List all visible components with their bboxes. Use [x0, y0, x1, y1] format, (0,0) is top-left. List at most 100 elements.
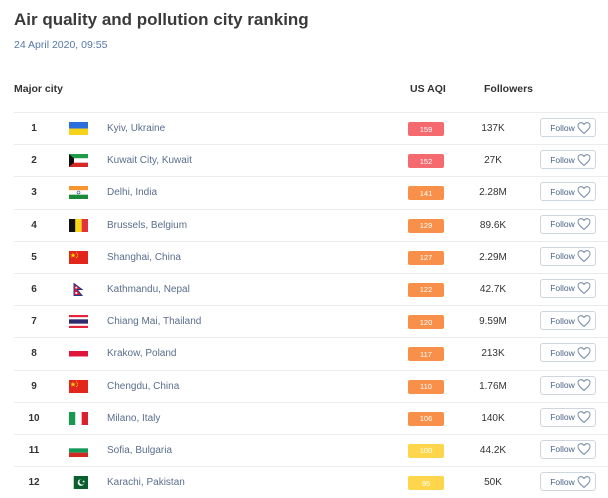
- follow-button[interactable]: Follow: [540, 182, 596, 202]
- followers-count: 140K: [481, 412, 505, 424]
- table-row: 11 Sofia, Bulgaria 100 44.2K Follow: [14, 433, 608, 466]
- column-header-city: Major city: [14, 83, 64, 95]
- column-header-followers: Followers: [484, 83, 534, 95]
- heart-icon: [577, 346, 591, 359]
- follow-button-label: Follow: [550, 122, 575, 133]
- city-name[interactable]: Karachi, Pakistan: [107, 467, 185, 498]
- aqi-badge: 122: [408, 282, 444, 297]
- followers-count: 9.59M: [479, 316, 507, 328]
- pakistan-flag-icon: [69, 476, 88, 490]
- heart-icon: [577, 475, 591, 488]
- follow-button[interactable]: Follow: [540, 311, 596, 331]
- column-header-aqi: US AQI: [410, 83, 446, 95]
- heart-icon: [577, 443, 591, 456]
- rank-number: 10: [28, 412, 40, 424]
- aqi-badge: 159: [408, 122, 444, 136]
- table-row: 3 Delhi, India 141 2.28M Follow: [14, 176, 608, 208]
- follow-button-label: Follow: [550, 315, 575, 326]
- table-row: 4 Brussels, Belgium 129 89.6K Follow: [14, 208, 608, 241]
- follow-button[interactable]: Follow: [540, 214, 596, 234]
- rank-number: 3: [31, 187, 37, 199]
- table-row: 6 Kathmandu, Nepal 122 42.7K Follow: [14, 272, 608, 305]
- table-row: 12 Karachi, Pakistan 95 50K Follow: [14, 466, 608, 498]
- follow-button-label: Follow: [550, 412, 575, 423]
- rank-number: 6: [31, 284, 37, 296]
- city-name[interactable]: Shanghai, China: [107, 242, 181, 273]
- italy-flag-icon: [69, 411, 88, 425]
- follow-button[interactable]: Follow: [540, 407, 596, 427]
- city-name[interactable]: Kathmandu, Nepal: [107, 274, 190, 305]
- followers-count: 213K: [481, 348, 505, 360]
- table-row: 8 Krakow, Poland 117 213K Follow: [14, 337, 608, 369]
- kuwait-flag-icon: [69, 154, 88, 168]
- city-name[interactable]: Sofia, Bulgaria: [107, 435, 172, 466]
- china-flag-icon: [69, 379, 88, 393]
- table-row: 1 Kyiv, Ukraine 159 137K Follow: [14, 112, 608, 144]
- table-row: 9 Chengdu, China 110 1.76M Follow: [14, 369, 608, 402]
- follow-button-label: Follow: [550, 444, 575, 455]
- ranking-table: 1 Kyiv, Ukraine 159 137K Follow 2 Kuwait City,…: [14, 112, 608, 498]
- followers-count: 137K: [481, 123, 505, 135]
- aqi-badge: 152: [408, 154, 444, 169]
- follow-button[interactable]: Follow: [540, 343, 596, 363]
- page-title: Air quality and pollution city ranking: [14, 10, 309, 29]
- poland-flag-icon: [69, 347, 88, 361]
- aqi-badge: 141: [408, 186, 444, 201]
- heart-icon: [577, 411, 591, 424]
- followers-count: 2.29M: [479, 251, 507, 263]
- rank-number: 5: [31, 251, 37, 263]
- heart-icon: [577, 282, 591, 295]
- aqi-badge: 127: [408, 250, 444, 265]
- aqi-badge: 106: [408, 411, 444, 426]
- follow-button-label: Follow: [550, 219, 575, 230]
- table-row: 2 Kuwait City, Kuwait 152 27K Follow: [14, 144, 608, 176]
- heart-icon: [577, 250, 591, 263]
- table-row: 10 Milano, Italy 106 140K Follow: [14, 401, 608, 434]
- ukraine-flag-icon: [69, 122, 88, 135]
- follow-button-label: Follow: [550, 154, 575, 165]
- heart-icon: [577, 218, 591, 231]
- heart-icon: [577, 379, 591, 391]
- aqi-badge: 117: [408, 347, 444, 362]
- table-row: 5 Shanghai, China 127 2.29M Follow: [14, 240, 608, 273]
- follow-button-label: Follow: [550, 283, 575, 294]
- followers-count: 2.28M: [479, 187, 507, 199]
- rank-number: 11: [28, 444, 40, 456]
- followers-count: 89.6K: [479, 219, 507, 231]
- nepal-flag-icon: [69, 282, 88, 296]
- bulgaria-flag-icon: [69, 443, 88, 457]
- city-name[interactable]: Brussels, Belgium: [107, 210, 187, 241]
- follow-button-label: Follow: [550, 251, 575, 262]
- city-name[interactable]: Chiang Mai, Thailand: [107, 306, 201, 337]
- follow-button[interactable]: Follow: [540, 150, 596, 170]
- city-name[interactable]: Kuwait City, Kuwait: [107, 145, 192, 176]
- heart-icon: [577, 314, 591, 327]
- follow-button[interactable]: Follow: [540, 118, 596, 137]
- rank-number: 4: [31, 219, 37, 231]
- follow-button[interactable]: Follow: [540, 375, 596, 395]
- india-flag-icon: [69, 186, 88, 200]
- rank-number: 9: [31, 380, 37, 392]
- followers-count: 27K: [484, 155, 502, 167]
- aqi-badge: 120: [408, 315, 444, 330]
- rank-number: 1: [31, 123, 37, 135]
- china-flag-icon: [69, 250, 88, 264]
- follow-button[interactable]: Follow: [540, 278, 596, 298]
- city-name[interactable]: Chengdu, China: [107, 371, 179, 402]
- rank-number: 2: [31, 155, 37, 167]
- thailand-flag-icon: [69, 315, 88, 329]
- rank-number: 7: [31, 316, 37, 328]
- city-name[interactable]: Delhi, India: [107, 177, 157, 208]
- city-name[interactable]: Krakow, Poland: [107, 338, 177, 369]
- follow-button-label: Follow: [550, 186, 575, 197]
- followers-count: 44.2K: [479, 444, 507, 456]
- follow-button-label: Follow: [550, 347, 575, 358]
- followers-count: 1.76M: [479, 380, 507, 392]
- follow-button[interactable]: Follow: [540, 246, 596, 266]
- follow-button[interactable]: Follow: [540, 472, 596, 492]
- aqi-badge: 95: [408, 476, 444, 491]
- city-name[interactable]: Kyiv, Ukraine: [107, 113, 165, 144]
- follow-button[interactable]: Follow: [540, 439, 596, 459]
- city-name[interactable]: Milano, Italy: [107, 403, 160, 434]
- aqi-badge: 110: [408, 379, 444, 394]
